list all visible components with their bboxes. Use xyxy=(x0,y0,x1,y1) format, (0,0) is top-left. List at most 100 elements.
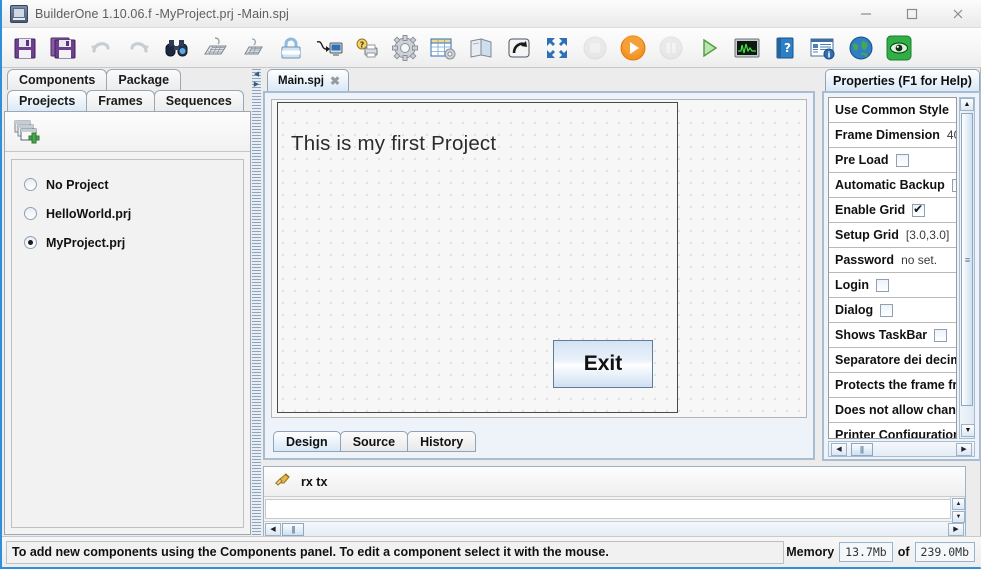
close-icon[interactable]: ✖ xyxy=(330,74,340,88)
property-row-setup-grid[interactable]: Setup Grid [3.0,3.0] xyxy=(829,223,956,248)
book-icon[interactable] xyxy=(464,32,498,64)
property-row-login[interactable]: Login xyxy=(829,273,956,298)
console-output-field[interactable] xyxy=(265,499,964,519)
find-binoculars-icon[interactable] xyxy=(160,32,194,64)
save-icon[interactable] xyxy=(8,32,42,64)
maximize-icon[interactable] xyxy=(889,0,935,28)
checkbox-icon[interactable] xyxy=(951,178,956,192)
tab-frames-label: Frames xyxy=(98,93,143,108)
tab-components[interactable]: Components xyxy=(7,69,108,90)
tab-main-spj[interactable]: Main.spj ✖ xyxy=(267,69,350,91)
table-settings-icon[interactable] xyxy=(426,32,460,64)
tab-projects[interactable]: Proejects xyxy=(7,90,88,111)
property-value[interactable]: [3.0,3.0] xyxy=(906,228,949,242)
console-horizontal-scrollbar[interactable]: ◀ ||| ▶ xyxy=(264,521,965,536)
checkbox-icon[interactable] xyxy=(880,303,894,317)
properties-horizontal-scrollbar[interactable]: ◀ ||| ▶ xyxy=(828,441,975,457)
scroll-thumb[interactable]: ||| xyxy=(282,522,304,536)
memory-label: Memory xyxy=(786,545,835,559)
property-row-use-common-style[interactable]: Use Common Style xyxy=(829,98,956,123)
scroll-down-icon[interactable]: ▼ xyxy=(961,424,975,437)
scroll-down-icon[interactable]: ▼ xyxy=(952,511,965,523)
vertical-splitter[interactable]: ◀ ▶ xyxy=(252,69,261,536)
property-label: Dialog xyxy=(835,303,874,317)
property-label: Does not allow changes xyxy=(835,403,956,417)
property-value[interactable]: 400 x xyxy=(947,128,956,142)
keyboard-icon[interactable] xyxy=(198,32,232,64)
radio-icon[interactable] xyxy=(24,207,37,220)
checkbox-icon[interactable] xyxy=(934,328,948,342)
tab-history[interactable]: History xyxy=(407,431,477,452)
property-row-frame-dimension[interactable]: Frame Dimension 400 x xyxy=(829,123,956,148)
property-row-password[interactable]: Password no set. xyxy=(829,248,956,273)
checkbox-icon[interactable] xyxy=(876,278,890,292)
tab-source[interactable]: Source xyxy=(339,431,409,452)
radio-icon-selected[interactable] xyxy=(24,236,37,249)
design-canvas[interactable]: This is my first Project Exit xyxy=(271,99,807,418)
keyboard-alt-icon[interactable] xyxy=(236,32,270,64)
property-row-no-changes[interactable]: Does not allow changes xyxy=(829,398,956,423)
property-row-pre-load[interactable]: Pre Load xyxy=(829,148,956,173)
globe-icon[interactable] xyxy=(844,32,878,64)
shortcut-arrow-icon[interactable] xyxy=(502,32,536,64)
console-vertical-scrollbar[interactable]: ▲ ▼ xyxy=(950,497,965,523)
brush-icon[interactable] xyxy=(274,471,292,492)
property-row-protects-frame[interactable]: Protects the frame fron xyxy=(829,373,956,398)
list-item[interactable]: No Project xyxy=(12,170,243,199)
help-print-icon[interactable]: ? xyxy=(350,32,384,64)
step-play-icon[interactable] xyxy=(692,32,726,64)
scroll-up-icon[interactable]: ▲ xyxy=(960,98,974,111)
property-row-separatore-decimali[interactable]: Separatore dei decimal xyxy=(829,348,956,373)
splitter-collapse-left-icon[interactable]: ◀ xyxy=(253,71,260,78)
editor-bottom-tabs: Design Source History xyxy=(273,431,477,452)
property-row-enable-grid[interactable]: Enable Grid xyxy=(829,198,956,223)
settings-gear-icon[interactable] xyxy=(388,32,422,64)
status-message: To add new components using the Componen… xyxy=(6,540,785,564)
svg-text:?: ? xyxy=(784,41,791,55)
scroll-right-icon[interactable]: ▶ xyxy=(948,522,964,536)
projects-panel-body: No Project HelloWorld.prj MyProject.prj xyxy=(4,111,251,535)
save-all-icon[interactable] xyxy=(46,32,80,64)
svg-text:?: ? xyxy=(360,40,365,49)
oscilloscope-icon[interactable] xyxy=(730,32,764,64)
scroll-left-icon[interactable]: ◀ xyxy=(831,442,847,456)
property-label: Shows TaskBar xyxy=(835,328,928,342)
application-window: BuilderOne 1.10.06.f -MyProject.prj -Mai… xyxy=(0,0,981,569)
add-project-icon[interactable] xyxy=(11,116,45,148)
preview-eye-icon[interactable] xyxy=(882,32,916,64)
close-icon[interactable] xyxy=(935,0,981,28)
property-value[interactable]: no set. xyxy=(901,253,937,267)
minimize-icon[interactable] xyxy=(843,0,889,28)
expand-arrows-icon[interactable] xyxy=(540,32,574,64)
exit-button[interactable]: Exit xyxy=(553,340,653,388)
property-row-shows-taskbar[interactable]: Shows TaskBar xyxy=(829,323,956,348)
checkbox-icon-checked[interactable] xyxy=(912,202,926,217)
property-row-automatic-backup[interactable]: Automatic Backup xyxy=(829,173,956,198)
lock-icon[interactable] xyxy=(274,32,308,64)
scroll-thumb[interactable]: ||| xyxy=(850,442,873,456)
tab-properties[interactable]: Properties (F1 for Help) xyxy=(825,69,980,91)
tab-design[interactable]: Design xyxy=(273,431,341,452)
help-book-icon[interactable]: ? xyxy=(768,32,802,64)
tab-package[interactable]: Package xyxy=(106,69,182,90)
info-page-icon[interactable]: i xyxy=(806,32,840,64)
connect-monitor-icon[interactable] xyxy=(312,32,346,64)
splitter-collapse-right-icon[interactable]: ▶ xyxy=(253,81,260,88)
tab-sequences[interactable]: Sequences xyxy=(153,90,244,111)
list-item[interactable]: MyProject.prj xyxy=(12,228,243,257)
list-item[interactable]: HelloWorld.prj xyxy=(12,199,243,228)
property-row-dialog[interactable]: Dialog xyxy=(829,298,956,323)
canvas-text-label[interactable]: This is my first Project xyxy=(291,132,496,156)
property-row-printer-configuration[interactable]: Printer Configuration xyxy=(829,423,956,439)
properties-vertical-scrollbar[interactable]: ▲ ≡ ▼ xyxy=(959,97,975,439)
properties-tab-row: Properties (F1 for Help) xyxy=(822,69,981,91)
property-label: Printer Configuration xyxy=(835,428,956,439)
scroll-thumb[interactable]: ≡ xyxy=(961,113,973,406)
run-play-icon[interactable] xyxy=(616,32,650,64)
tab-frames[interactable]: Frames xyxy=(86,90,155,111)
scroll-up-icon[interactable]: ▲ xyxy=(952,498,965,510)
scroll-left-icon[interactable]: ◀ xyxy=(265,522,281,536)
scroll-right-icon[interactable]: ▶ xyxy=(956,442,972,456)
radio-icon[interactable] xyxy=(24,178,37,191)
checkbox-icon[interactable] xyxy=(895,153,909,167)
